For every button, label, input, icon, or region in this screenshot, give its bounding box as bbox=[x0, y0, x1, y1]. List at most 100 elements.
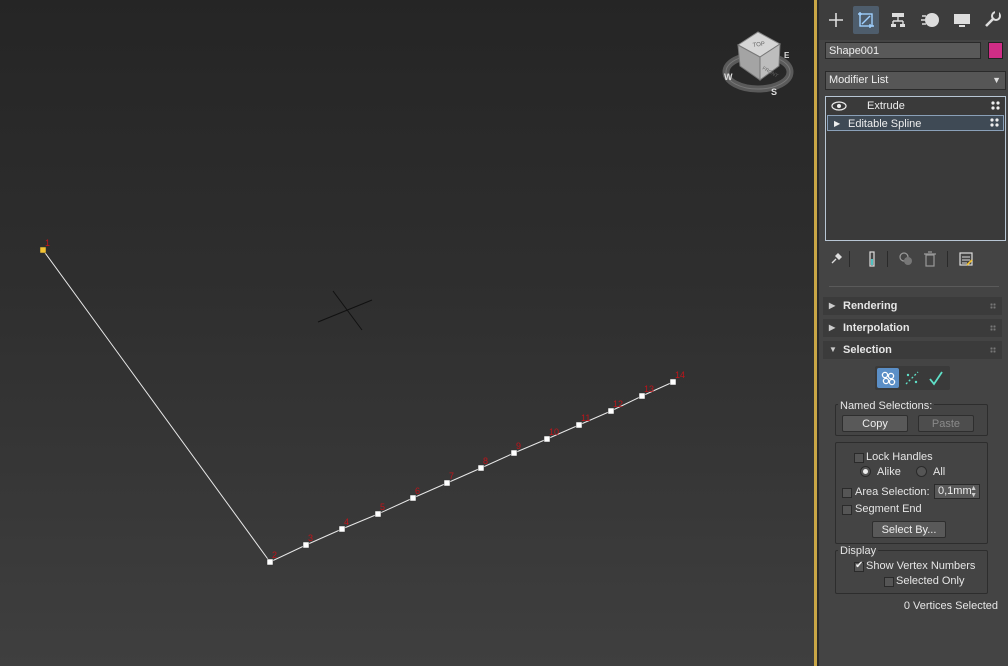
copy-button[interactable]: Copy bbox=[842, 415, 908, 432]
vertex-number-label: 10 bbox=[549, 427, 559, 437]
vertex-number-label: 13 bbox=[644, 384, 654, 394]
modifier-stack[interactable]: Extrude ▶ Editable Spline bbox=[825, 96, 1006, 241]
area-selection-label: Area Selection: bbox=[855, 486, 930, 498]
area-selection-value: 0,1mm bbox=[938, 485, 972, 497]
spline-mode-button[interactable] bbox=[925, 368, 947, 388]
spline-mode-icon bbox=[929, 371, 943, 386]
modifier-list-dropdown[interactable]: Modifier List ▼ bbox=[825, 71, 1006, 90]
utilities-tab[interactable] bbox=[979, 6, 1005, 34]
display-tab[interactable] bbox=[949, 6, 975, 34]
vertex-number-label: 5 bbox=[380, 502, 385, 512]
rollout-title: Selection bbox=[843, 344, 892, 356]
spline-line[interactable] bbox=[42, 249, 674, 563]
lock-handles-checkbox[interactable] bbox=[854, 453, 864, 463]
all-radio[interactable] bbox=[916, 466, 927, 477]
object-color-swatch[interactable] bbox=[988, 42, 1003, 59]
vertex-number-label: 7 bbox=[449, 471, 454, 481]
expand-triangle-icon[interactable]: ▶ bbox=[834, 116, 840, 132]
rollout-title: Rendering bbox=[843, 300, 898, 312]
chevron-down-icon: ▼ bbox=[992, 75, 1001, 85]
vertex-mode-icon bbox=[881, 371, 896, 386]
modify-tab-icon bbox=[858, 12, 874, 28]
show-vertex-numbers-label: Show Vertex Numbers bbox=[866, 560, 976, 572]
toolbar-divider bbox=[849, 251, 850, 267]
all-label: All bbox=[933, 466, 946, 478]
show-end-result-button[interactable] bbox=[863, 249, 881, 269]
show-vertex-numbers-checkbox[interactable] bbox=[854, 560, 864, 572]
compass-west-label: W bbox=[724, 72, 733, 82]
rollout-interpolation[interactable]: ▶ Interpolation bbox=[823, 319, 1002, 337]
selected-only-checkbox[interactable] bbox=[884, 577, 894, 587]
stack-item-label: Editable Spline bbox=[848, 118, 922, 130]
area-selection-spinner[interactable]: 0,1mm ▲ ▼ bbox=[934, 484, 980, 499]
pin-stack-button[interactable] bbox=[827, 249, 845, 269]
expand-triangle-icon: ▶ bbox=[829, 323, 836, 332]
modifier-dots-icon bbox=[990, 118, 999, 127]
viewcube[interactable]: TOP FRONT W S E bbox=[722, 31, 794, 97]
hierarchy-tab-icon bbox=[891, 13, 905, 27]
stack-toolbar bbox=[825, 249, 1006, 269]
show-end-result-icon bbox=[869, 251, 875, 267]
modifier-list-label: Modifier List bbox=[829, 74, 889, 86]
subobject-mode-buttons bbox=[875, 366, 950, 390]
segment-end-checkbox[interactable] bbox=[842, 505, 852, 515]
vertex-number-label: 8 bbox=[483, 456, 488, 466]
display-label: Display bbox=[838, 545, 879, 557]
vertex-number-label: 9 bbox=[516, 441, 521, 451]
stack-item-extrude[interactable]: Extrude bbox=[827, 98, 1004, 114]
rollout-rendering[interactable]: ▶ Rendering bbox=[823, 297, 1002, 315]
vertex-number-label: 6 bbox=[415, 486, 420, 496]
lock-handles-label: Lock Handles bbox=[866, 451, 933, 463]
compass-south-label: S bbox=[771, 87, 777, 97]
spinner-arrows-icon[interactable]: ▲ ▼ bbox=[970, 485, 977, 499]
create-tab-icon bbox=[829, 13, 843, 27]
rollout-selection[interactable]: ▼ Selection bbox=[823, 341, 1002, 359]
display-group: Display Show Vertex Numbers Selected Onl… bbox=[835, 545, 988, 594]
vertex-number-label: 4 bbox=[344, 517, 349, 527]
make-unique-icon bbox=[899, 252, 912, 265]
toolbar-divider bbox=[887, 251, 888, 267]
motion-tab-icon bbox=[921, 13, 939, 27]
configure-sets-icon bbox=[959, 252, 973, 266]
command-panel-tabs bbox=[819, 0, 1008, 40]
vertices-selected-status: 0 Vertices Selected bbox=[903, 600, 998, 612]
alike-radio[interactable] bbox=[860, 466, 871, 477]
paste-button[interactable]: Paste bbox=[918, 415, 974, 432]
remove-modifier-button[interactable] bbox=[921, 249, 939, 269]
stack-item-editable-spline[interactable]: ▶ Editable Spline bbox=[827, 115, 1004, 131]
configure-sets-button[interactable] bbox=[957, 249, 975, 269]
vertex-number-label: 14 bbox=[675, 370, 685, 380]
collapse-triangle-icon: ▼ bbox=[829, 345, 837, 354]
rollout-grip-icon bbox=[990, 347, 996, 353]
segment-end-label: Segment End bbox=[855, 503, 922, 515]
vertex-number-label: 11 bbox=[581, 413, 590, 423]
make-unique-button[interactable] bbox=[897, 249, 915, 269]
area-selection-checkbox[interactable] bbox=[842, 488, 852, 498]
vertex-number-label: 12 bbox=[613, 399, 623, 409]
select-by-button[interactable]: Select By... bbox=[872, 521, 946, 538]
utilities-tab-icon bbox=[985, 11, 1001, 27]
viewport-canvas[interactable]: 1234567891011121314 TOP FRONT W S E bbox=[0, 0, 814, 666]
motion-tab[interactable] bbox=[917, 6, 943, 34]
toolbar-divider bbox=[947, 251, 948, 267]
modify-tab[interactable] bbox=[853, 6, 879, 34]
panel-resize-grip[interactable] bbox=[829, 286, 999, 290]
segment-mode-button[interactable] bbox=[901, 368, 923, 388]
eye-icon[interactable] bbox=[831, 100, 847, 112]
rollout-title: Interpolation bbox=[843, 322, 910, 334]
segment-mode-icon bbox=[905, 371, 919, 385]
rollout-grip-icon bbox=[990, 303, 996, 309]
selected-only-label: Selected Only bbox=[896, 575, 965, 587]
vertex-number-label: 2 bbox=[272, 550, 277, 560]
object-name-field[interactable]: Shape001 bbox=[825, 42, 981, 59]
named-selections-group: Named Selections: Copy Paste bbox=[835, 400, 988, 436]
modifier-dots-icon bbox=[991, 101, 1000, 110]
vertex-mode-button[interactable] bbox=[877, 368, 899, 388]
display-tab-icon bbox=[954, 14, 970, 27]
vertex-number-label: 3 bbox=[308, 533, 313, 543]
named-selections-label: Named Selections: bbox=[838, 400, 935, 412]
hierarchy-tab[interactable] bbox=[885, 6, 911, 34]
perspective-viewport[interactable]: 1 2 3 4 5 6 7 8 9 10 11 12 13 14 TOP FRONT W S E bbox=[0, 0, 814, 666]
selection-options-group: Lock Handles Alike All Area Selection: 0… bbox=[835, 442, 988, 544]
create-tab[interactable] bbox=[823, 6, 849, 34]
